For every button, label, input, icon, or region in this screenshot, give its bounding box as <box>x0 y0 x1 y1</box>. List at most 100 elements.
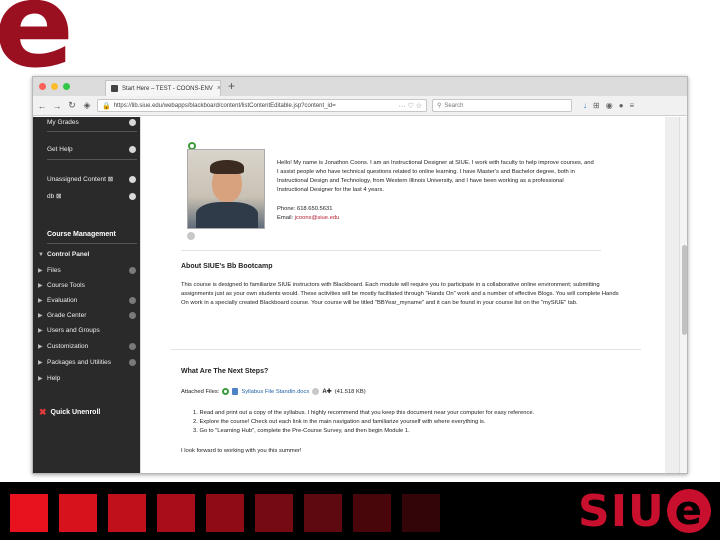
expand-right-icon: ▶ <box>38 376 43 382</box>
sidebar-item-control-panel[interactable]: ▼ Control Panel <box>38 251 137 258</box>
sidebar-item-label: Get Help <box>47 146 73 153</box>
search-input[interactable]: ⚲ Search <box>432 99 572 112</box>
account-icon[interactable]: ● <box>619 101 624 110</box>
item-options-icon[interactable] <box>187 232 195 240</box>
expand-right-icon: ▶ <box>38 344 43 350</box>
attachment-link[interactable]: Syllabus File Standin.docx <box>241 389 309 395</box>
circle-arrow-icon[interactable] <box>129 312 136 319</box>
browser-window: Start Here – TEST - COONS-ENV × + ← → ↻ … <box>32 76 688 474</box>
navigation-toolbar: ← → ↻ ◈ 🔒 https://lib.siue.edu/webapps/b… <box>33 96 687 116</box>
sidebar-item-db[interactable]: db ⊠ <box>47 192 137 200</box>
photo-shirt <box>196 202 258 228</box>
footer-square <box>206 494 244 532</box>
reload-icon[interactable]: ↻ <box>67 100 77 111</box>
divider <box>181 250 601 251</box>
accessibility-icon[interactable]: A✚ <box>322 388 331 395</box>
toolbar-icons: ↓ ⊞ ◉ ● ≡ <box>583 101 634 110</box>
siue-logo: SIU e <box>578 482 711 540</box>
sidebar-item-label: My Grades <box>47 119 79 126</box>
sidebar-item-evaluation[interactable]: ▶ Evaluation <box>38 297 137 304</box>
phone-text: Phone: 618.650.5631 <box>277 206 333 212</box>
footer-square <box>108 494 146 532</box>
content-area: Hello! My name is Jonathon Coons. I am a… <box>140 117 687 473</box>
footer-square <box>255 494 293 532</box>
window-controls <box>39 83 70 90</box>
tab-bar: Start Here – TEST - COONS-ENV × + <box>33 77 687 96</box>
circle-arrow-icon[interactable] <box>129 297 136 304</box>
circle-arrow-icon[interactable] <box>129 343 136 350</box>
sidebar-divider <box>47 131 137 132</box>
scrollbar[interactable] <box>679 117 687 473</box>
email-link[interactable]: jcoons@siue.edu <box>295 215 340 221</box>
next-steps-list: 1. Read and print out a copy of the syll… <box>193 409 613 436</box>
sidebar-item-customization[interactable]: ▶ Customization <box>38 343 137 350</box>
about-text: This course is designed to familiarize S… <box>181 282 619 306</box>
sidebar-item-label: Packages and Utilities <box>47 359 111 366</box>
search-placeholder: Search <box>444 102 464 109</box>
library-icon[interactable]: ⊞ <box>593 101 600 110</box>
sidebar-item-packages-and-utilities[interactable]: ▶ Packages and Utilities <box>38 359 137 366</box>
next-steps-heading: What Are The Next Steps? <box>181 368 269 375</box>
list-item: 2. Explore the course! Check out each li… <box>193 418 486 425</box>
menu-circle-icon[interactable] <box>129 146 136 153</box>
footer-square <box>304 494 342 532</box>
sidebar-item-label: Files <box>47 267 61 274</box>
attachment-options-icon[interactable] <box>312 388 320 395</box>
browser-tab[interactable]: Start Here – TEST - COONS-ENV × <box>105 80 221 96</box>
footer-square <box>10 494 48 532</box>
sidebar-item-unassigned-content[interactable]: Unassigned Content ⊠ <box>47 175 137 183</box>
shield-icon[interactable]: ◈ <box>82 100 92 111</box>
course-management-heading: Course Management <box>47 231 116 238</box>
page-area: My Grades Get Help Unassigned Content ⊠ … <box>33 117 687 473</box>
maximize-window-button[interactable] <box>63 83 70 90</box>
download-icon[interactable]: ↓ <box>583 101 587 110</box>
menu-icon[interactable]: ≡ <box>630 101 635 110</box>
back-icon[interactable]: ← <box>37 101 47 111</box>
quick-unenroll-link[interactable]: ✖ Quick Unenroll <box>39 407 100 418</box>
expand-down-icon: ▼ <box>38 251 44 258</box>
sidebar-item-label: Users and Groups <box>47 327 100 334</box>
sidebar-item-grade-center[interactable]: ▶ Grade Center <box>38 312 137 319</box>
siue-logo-e: e <box>666 489 711 533</box>
page-actions-icon[interactable]: ··· ♡ ☆ <box>399 102 422 110</box>
menu-circle-icon[interactable] <box>129 119 136 126</box>
content-panel: Hello! My name is Jonathon Coons. I am a… <box>140 117 665 473</box>
sidebar-item-users-and-groups[interactable]: ▶ Users and Groups <box>38 327 137 334</box>
menu-circle-icon[interactable] <box>129 175 136 183</box>
footer-square <box>353 494 391 532</box>
lock-icon: 🔒 <box>102 102 111 110</box>
close-window-button[interactable] <box>39 83 46 90</box>
extension-icon[interactable]: ◉ <box>606 101 613 110</box>
sidebar-item-label: Help <box>47 375 61 382</box>
forward-icon[interactable]: → <box>52 101 62 111</box>
contact-info: Phone: 618.650.5631 Email: jcoons@siue.e… <box>277 205 339 223</box>
list-item: 1. Read and print out a copy of the syll… <box>193 410 535 416</box>
circle-arrow-icon[interactable] <box>129 359 136 366</box>
footer-square <box>59 494 97 532</box>
minimize-window-button[interactable] <box>51 83 58 90</box>
scrollbar-thumb[interactable] <box>682 245 687 335</box>
menu-circle-icon[interactable] <box>129 192 136 200</box>
course-sidebar: My Grades Get Help Unassigned Content ⊠ … <box>33 117 140 473</box>
tab-close-icon[interactable]: × <box>217 85 220 92</box>
attached-files: Attached Files: Syllabus File Standin.do… <box>181 388 366 395</box>
sidebar-divider <box>47 159 137 160</box>
email-label: Email: <box>277 214 294 221</box>
about-heading: About SIUE's Bb Bootcamp <box>181 263 273 270</box>
sidebar-item-help[interactable]: ▶ Help <box>38 375 137 382</box>
attachment-menu-icon[interactable] <box>222 388 230 395</box>
tab-title: Start Here – TEST - COONS-ENV <box>122 85 213 92</box>
sidebar-item-course-tools[interactable]: ▶ Course Tools <box>38 282 137 289</box>
new-tab-button[interactable]: + <box>228 79 235 93</box>
sidebar-item-label: db ⊠ <box>47 193 62 200</box>
expand-right-icon: ▶ <box>38 283 43 289</box>
section-divider <box>171 349 641 350</box>
sidebar-item-my-grades[interactable]: My Grades <box>47 119 137 126</box>
sidebar-item-files[interactable]: ▶ Files <box>38 267 137 274</box>
address-bar[interactable]: 🔒 https://lib.siue.edu/webapps/blackboar… <box>97 99 427 112</box>
circle-arrow-icon[interactable] <box>129 267 136 274</box>
sidebar-item-label: Control Panel <box>47 251 90 258</box>
expand-right-icon: ▶ <box>38 298 43 304</box>
sidebar-item-get-help[interactable]: Get Help <box>47 146 137 153</box>
instructor-photo <box>187 149 265 229</box>
